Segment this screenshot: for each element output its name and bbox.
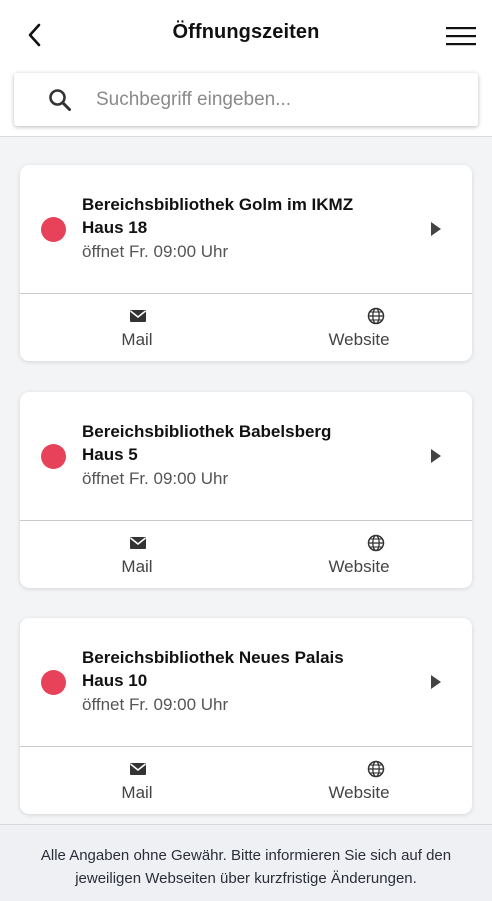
library-name: Bereichsbibliothek Golm im IKMZ [82,195,354,214]
library-card[interactable]: Bereichsbibliothek Neues Palais Haus 10 … [20,618,472,814]
library-card-summary[interactable]: Bereichsbibliothek Babelsberg Haus 5 öff… [20,392,472,520]
mail-label: Mail [121,783,153,802]
search-bar[interactable] [14,73,478,126]
caret-right-icon[interactable] [427,446,445,466]
website-button[interactable]: Website [246,747,472,814]
library-house: Haus 18 [82,218,148,237]
library-card-summary[interactable]: Bereichsbibliothek Neues Palais Haus 10 … [20,618,472,746]
website-label: Website [328,783,390,802]
opening-hours: öffnet Fr. 09:00 Uhr [82,695,229,714]
mail-label: Mail [121,330,153,349]
website-label: Website [328,557,390,576]
app-header: Öffnungszeiten [0,0,492,137]
library-house: Haus 10 [82,671,148,690]
library-name: Bereichsbibliothek Neues Palais [82,648,344,667]
search-input[interactable] [96,73,456,126]
page-title: Öffnungszeiten [172,21,320,43]
disclaimer-line-2: jeweiligen Webseiten über kurzfristige Ä… [75,870,417,887]
menu-button[interactable] [445,24,477,48]
disclaimer-footer: Alle Angaben ohne Gewähr. Bitte informie… [0,824,492,901]
disclaimer-line-1: Alle Angaben ohne Gewähr. Bitte informie… [40,847,452,864]
mail-button[interactable]: Mail [24,294,250,361]
library-card[interactable]: Bereichsbibliothek Golm im IKMZ Haus 18 … [20,165,472,361]
library-name: Bereichsbibliothek Babelsberg [82,422,332,441]
opening-hours: öffnet Fr. 09:00 Uhr [82,242,229,261]
globe-icon [367,534,385,552]
caret-right-icon[interactable] [427,672,445,692]
library-card-summary[interactable]: Bereichsbibliothek Golm im IKMZ Haus 18 … [20,165,472,293]
disclaimer-text: Alle Angaben ohne Gewähr. Bitte informie… [20,844,472,890]
website-label: Website [328,330,390,349]
caret-right-icon[interactable] [427,219,445,239]
mail-icon [130,537,146,549]
website-button[interactable]: Website [246,294,472,361]
search-icon [49,89,71,111]
status-indicator [41,444,66,469]
hamburger-menu-icon [446,27,476,46]
status-indicator [41,670,66,695]
mail-label: Mail [121,557,153,576]
mail-icon [130,763,146,775]
mail-button[interactable]: Mail [24,747,250,814]
library-house: Haus 5 [82,445,138,464]
status-indicator [41,217,66,242]
opening-hours: öffnet Fr. 09:00 Uhr [82,469,229,488]
mail-button[interactable]: Mail [24,521,250,588]
globe-icon [367,760,385,778]
website-button[interactable]: Website [246,521,472,588]
library-card[interactable]: Bereichsbibliothek Babelsberg Haus 5 öff… [20,392,472,588]
globe-icon [367,307,385,325]
mail-icon [130,310,146,322]
